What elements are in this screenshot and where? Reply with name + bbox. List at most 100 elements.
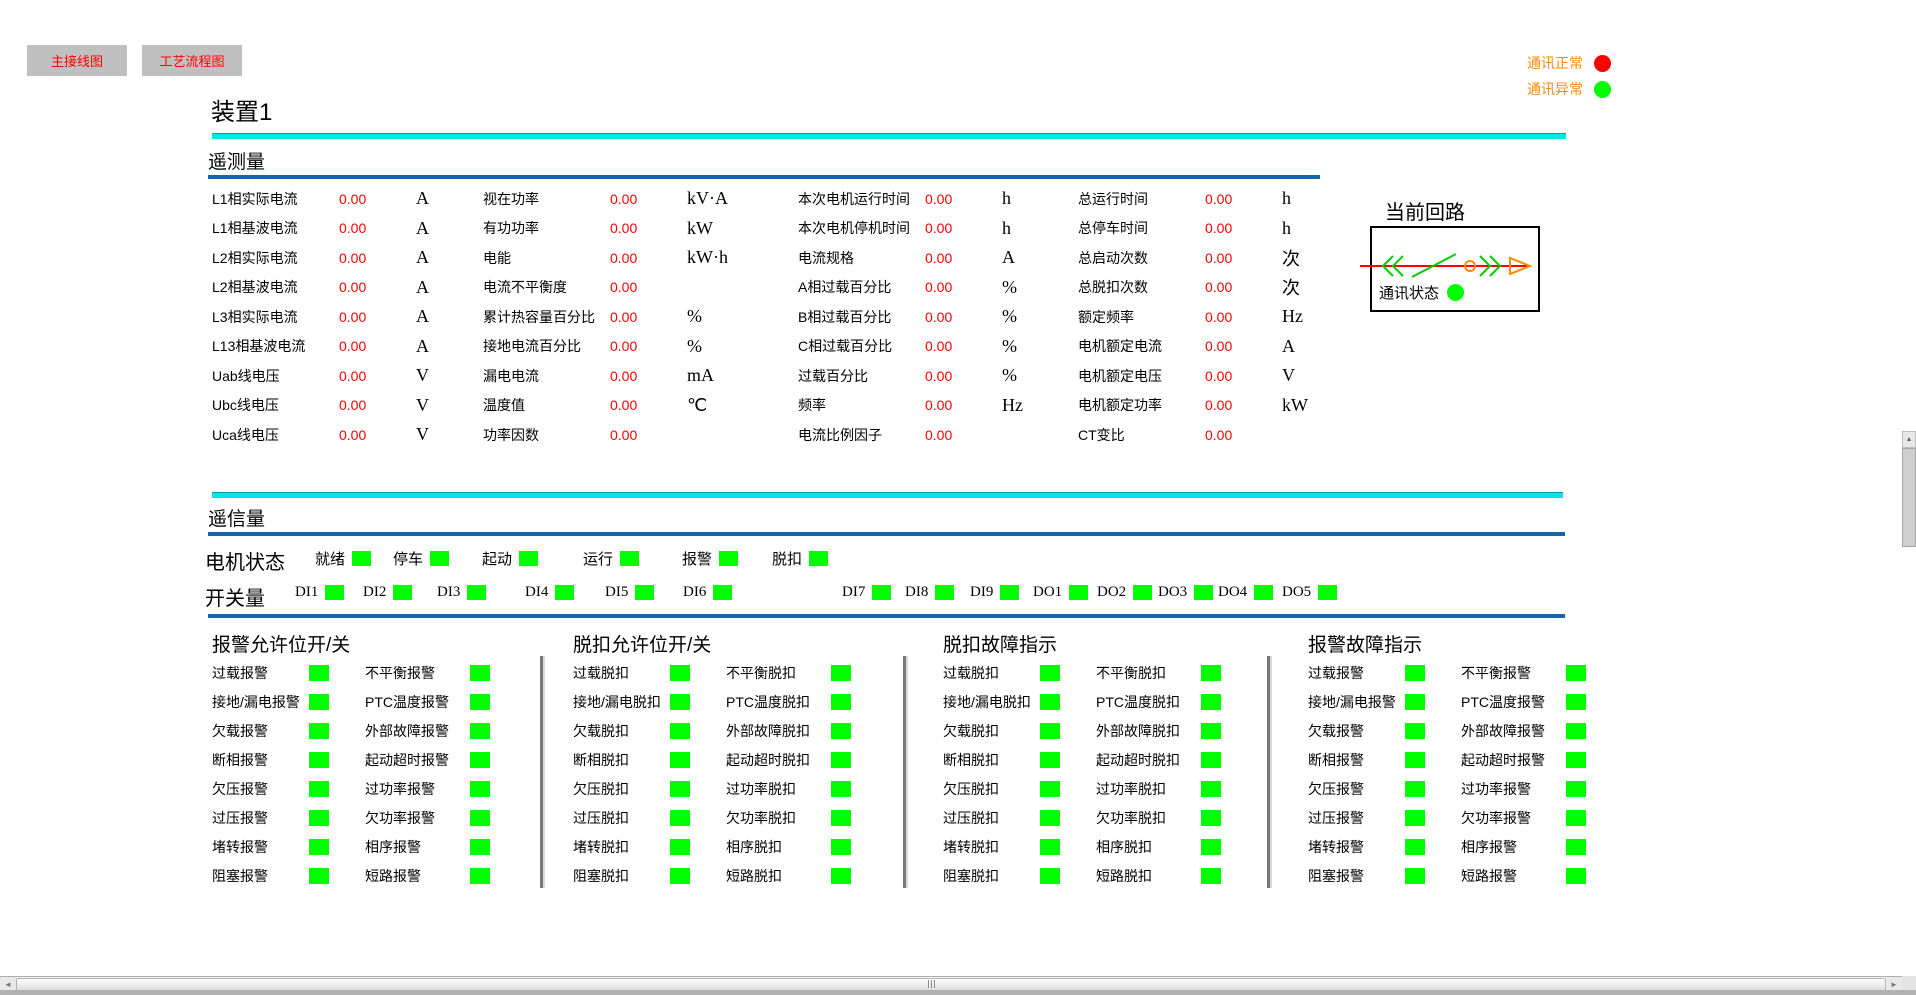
telemetry-row: 总脱扣次数 0.00 次 [1078, 273, 1346, 303]
telemetry-row: 额定频率 0.00 Hz [1078, 302, 1346, 332]
telemetry-unit: A [416, 277, 429, 298]
scroll-left-button[interactable]: ◄ [0, 977, 16, 991]
status-indicator [670, 810, 690, 826]
nav-button[interactable]: 主接线图 [27, 45, 127, 76]
switch-io-item: DO5 [1282, 584, 1337, 601]
signal-group-item: 起动超时脱扣 [726, 745, 851, 774]
signal-group-item-label: 欠载脱扣 [943, 721, 1040, 741]
telemetry-value: 0.00 [610, 279, 687, 295]
signal-group-item: 过功率报警 [1461, 774, 1586, 803]
signals-section-title: 遥信量 [208, 509, 265, 530]
signal-group-title: 报警故障指示 [1308, 630, 1586, 658]
switch-io-item: DI9 [970, 584, 1019, 601]
switch-io-item-label: DI2 [363, 584, 386, 601]
status-indicator [1405, 723, 1425, 739]
signal-group-item-label: 相序脱扣 [726, 837, 831, 857]
motor-status-item-label: 报警 [682, 548, 712, 569]
scroll-right-button[interactable]: ► [1886, 977, 1902, 991]
signal-group-item: 过载脱扣 [573, 658, 690, 687]
nav-button[interactable]: 工艺流程图 [142, 45, 242, 76]
telemetry-row: 累计热容量百分比 0.00 % [483, 302, 763, 332]
status-indicator [1040, 810, 1060, 826]
status-indicator [470, 868, 490, 884]
switch-io-item: DI1 [295, 584, 344, 601]
status-indicator [620, 551, 639, 566]
telemetry-value: 0.00 [925, 191, 1002, 207]
status-indicator [831, 752, 851, 768]
signal-group-item: 断相报警 [212, 745, 329, 774]
signal-group-item-label: 阻塞报警 [1308, 866, 1405, 886]
one-line-circuit-icon [1372, 236, 1536, 282]
telemetry-unit: V [1282, 365, 1295, 386]
vertical-divider [540, 656, 545, 888]
signal-group-item: 过压脱扣 [943, 803, 1060, 832]
telemetry-value: 0.00 [339, 191, 416, 207]
telemetry-row: 漏电电流 0.00 mA [483, 361, 763, 391]
signal-group-item-label: 过载脱扣 [573, 663, 670, 683]
signal-group-item: 过功率脱扣 [726, 774, 851, 803]
telemetry-label: 电能 [483, 248, 610, 268]
status-indicator [309, 810, 329, 826]
signal-group-item: 不平衡脱扣 [726, 658, 851, 687]
telemetry-row: 频率 0.00 Hz [798, 391, 1070, 421]
telemetry-value: 0.00 [925, 397, 1002, 413]
status-indicator [1405, 868, 1425, 884]
switch-io-item-label: DI4 [525, 584, 548, 601]
telemetry-unit: kW [1282, 395, 1308, 416]
signal-group-item: 不平衡报警 [365, 658, 490, 687]
switch-io-item: DI5 [605, 584, 654, 601]
signal-group-item: 过压脱扣 [573, 803, 690, 832]
telemetry-value: 0.00 [1205, 338, 1282, 354]
telemetry-row: L3相实际电流 0.00 A [212, 302, 484, 332]
telemetry-unit: % [1002, 306, 1017, 327]
telemetry-label: 电机额定功率 [1078, 395, 1205, 415]
signal-group-item-label: 不平衡脱扣 [726, 663, 831, 683]
signal-group-item: 起动超时脱扣 [1096, 745, 1221, 774]
motor-status-item-label: 脱扣 [772, 548, 802, 569]
nav-buttons: 主接线图工艺流程图 [27, 45, 242, 76]
vertical-scrollbar-thumb[interactable] [1902, 448, 1916, 547]
status-indicator [1040, 665, 1060, 681]
telemetry-value: 0.00 [610, 338, 687, 354]
signal-group-item-label: 相序脱扣 [1096, 837, 1201, 857]
telemetry-unit: h [1282, 188, 1291, 209]
status-indicator [555, 585, 574, 600]
switch-io-item: DO3 [1158, 584, 1213, 601]
motor-status-item: 停车 [393, 548, 449, 569]
telemetry-label: 额定频率 [1078, 307, 1205, 327]
signal-group-item: 短路报警 [1461, 861, 1586, 890]
status-indicator [1201, 868, 1221, 884]
status-indicator [935, 585, 954, 600]
status-indicator [809, 551, 828, 566]
scroll-up-button[interactable]: ▲ [1902, 431, 1916, 448]
signal-group-item-label: 堵转脱扣 [943, 837, 1040, 857]
signal-group-item-label: 欠压脱扣 [573, 779, 670, 799]
signal-group-item-label: 外部故障脱扣 [1096, 721, 1201, 741]
signal-group-item-label: 短路报警 [365, 866, 470, 886]
signal-group-item: 短路脱扣 [1096, 861, 1221, 890]
telemetry-label: 电流规格 [798, 248, 925, 268]
telemetry-label: 总运行时间 [1078, 189, 1205, 209]
switch-io-item-label: DO1 [1033, 584, 1062, 601]
status-indicator [831, 694, 851, 710]
horizontal-scrollbar[interactable]: ◄ ► [0, 976, 1902, 991]
status-indicator [1201, 694, 1221, 710]
signal-group-item-label: 断相报警 [1308, 750, 1405, 770]
telemetry-unit: A [416, 247, 429, 268]
signal-group-item: 阻塞报警 [1308, 861, 1425, 890]
cyan-divider [212, 492, 1563, 498]
telemetry-label: CT变比 [1078, 425, 1205, 445]
telemetry-label: 视在功率 [483, 189, 610, 209]
telemetry-value: 0.00 [1205, 250, 1282, 266]
telemetry-row: 过载百分比 0.00 % [798, 361, 1070, 391]
status-indicator [325, 585, 344, 600]
status-indicator [467, 585, 486, 600]
telemetry-row: L13相基波电流 0.00 A [212, 332, 484, 362]
telemetry-unit: A [416, 336, 429, 357]
signal-group-item: 过功率脱扣 [1096, 774, 1221, 803]
scroll-up-icon: ▲ [1906, 436, 1913, 443]
status-indicator [1566, 665, 1586, 681]
signal-group: 脱扣允许位开/关 过载脱扣 接地/漏电脱扣 欠载脱扣 断相脱扣 [573, 630, 851, 890]
status-indicator [1566, 839, 1586, 855]
signal-group-item: 外部故障报警 [1461, 716, 1586, 745]
